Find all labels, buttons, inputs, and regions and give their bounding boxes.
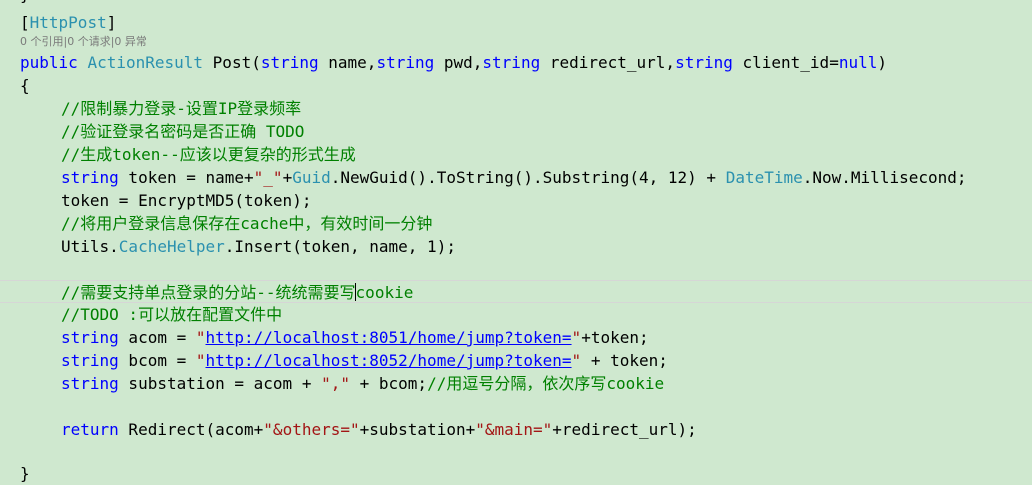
param-pwd: pwd,: [434, 53, 483, 72]
keyword-string: string: [482, 53, 541, 72]
keyword-string: string: [61, 168, 119, 187]
method-name[interactable]: Post(: [213, 53, 261, 72]
code-text: + token;: [581, 351, 668, 370]
encrypt-line: token = EncryptMD5(token);: [61, 191, 312, 210]
code-text: acom =: [118, 328, 196, 347]
close-brace-line: }: [20, 464, 30, 483]
string-quote: ": [195, 328, 206, 347]
inline-comment: //用逗号分隔，依次序写cookie: [427, 374, 665, 393]
param-redirect-url: redirect_url,: [540, 53, 676, 72]
keyword-return: return: [61, 420, 119, 439]
code-text: bcom =: [118, 351, 196, 370]
code-text: Utils.: [61, 237, 119, 256]
current-line-comment-sso[interactable]: //需要支持单点登录的分站--统统需要写cookie: [0, 280, 1032, 303]
code-text: Redirect(acom+: [118, 420, 264, 439]
code-text: .Insert(token, name, 1);: [224, 237, 456, 256]
comment-validate: //验证登录名密码是否正确 TODO: [61, 122, 305, 141]
keyword-string: string: [260, 53, 319, 72]
comment-text: //需要支持单点登录的分站--统统需要写: [61, 283, 356, 302]
comment-rate-limit: //限制暴力登录-设置IP登录频率: [61, 99, 302, 118]
return-line: return Redirect(acom+"&others="+substati…: [0, 418, 1032, 441]
code-text: token = name+: [118, 168, 254, 187]
comment-cache: //将用户登录信息保存在cache中，有效时间一分钟: [61, 214, 433, 233]
code-text: +substation+: [359, 420, 476, 439]
code-editor[interactable]: } [HttpPost] 0 个引用|0 个请求|0 异常 public Act…: [0, 0, 1032, 485]
string-literal: ",": [321, 374, 350, 393]
url-link-8051[interactable]: http://localhost:8051/home/jump?token=: [206, 328, 572, 347]
method-signature-line: public ActionResult Post(string name,str…: [0, 51, 1032, 74]
keyword-string: string: [61, 351, 119, 370]
string-literal: "&main=": [475, 420, 553, 439]
paren-close: ): [877, 53, 887, 72]
bcom-line: string bcom = "http://localhost:8052/hom…: [0, 349, 1032, 372]
param-name: name,: [318, 53, 377, 72]
acom-line: string acom = "http://localhost:8051/hom…: [0, 326, 1032, 349]
keyword-public: public: [20, 53, 78, 72]
comment-generate-token: //生成token--应该以更复杂的形式生成: [61, 145, 356, 164]
string-quote: ": [195, 351, 206, 370]
string-quote: ": [571, 351, 582, 370]
attribute-name[interactable]: HttpPost: [30, 13, 107, 32]
string-literal: "&others=": [263, 420, 360, 439]
keyword-string: string: [376, 53, 435, 72]
comment-todo-config: //TODO :可以放在配置文件中: [61, 305, 283, 324]
code-text: +redirect_url);: [552, 420, 697, 439]
code-text: .Now.Millisecond;: [802, 168, 967, 187]
return-type[interactable]: ActionResult: [87, 53, 203, 72]
keyword-string: string: [61, 374, 119, 393]
type-cachehelper[interactable]: CacheHelper: [119, 237, 225, 256]
code-text: substation = acom +: [118, 374, 322, 393]
token-line: string token = name+"_"+Guid.NewGuid().T…: [0, 166, 1032, 189]
type-datetime[interactable]: DateTime: [726, 168, 803, 187]
keyword-null: null: [838, 53, 878, 72]
code-text: +token;: [581, 328, 649, 347]
param-client-id: client_id=: [732, 53, 839, 72]
attr-bracket-open: [: [20, 13, 30, 32]
cache-insert-line: Utils.CacheHelper.Insert(token, name, 1)…: [0, 235, 1032, 258]
string-literal: "_": [253, 168, 283, 187]
keyword-string: string: [675, 53, 733, 72]
open-brace-line: {: [20, 76, 30, 95]
substation-line: string substation = acom + "," + bcom;//…: [0, 372, 1032, 395]
type-guid[interactable]: Guid: [292, 168, 331, 187]
codelens-references[interactable]: 0 个引用|0 个请求|0 异常: [20, 34, 147, 50]
keyword-string: string: [61, 328, 119, 347]
attribute-line: [HttpPost]: [0, 11, 1032, 34]
previous-line-fragment: }: [20, 0, 30, 4]
code-text: +: [282, 168, 293, 187]
string-quote: ": [571, 328, 582, 347]
code-text: + bcom;: [350, 374, 428, 393]
code-text: .NewGuid().ToString().Substring(4, 12) +: [330, 168, 726, 187]
attr-bracket-close: ]: [106, 13, 117, 32]
url-link-8052[interactable]: http://localhost:8052/home/jump?token=: [206, 351, 572, 370]
comment-text: cookie: [355, 283, 414, 302]
